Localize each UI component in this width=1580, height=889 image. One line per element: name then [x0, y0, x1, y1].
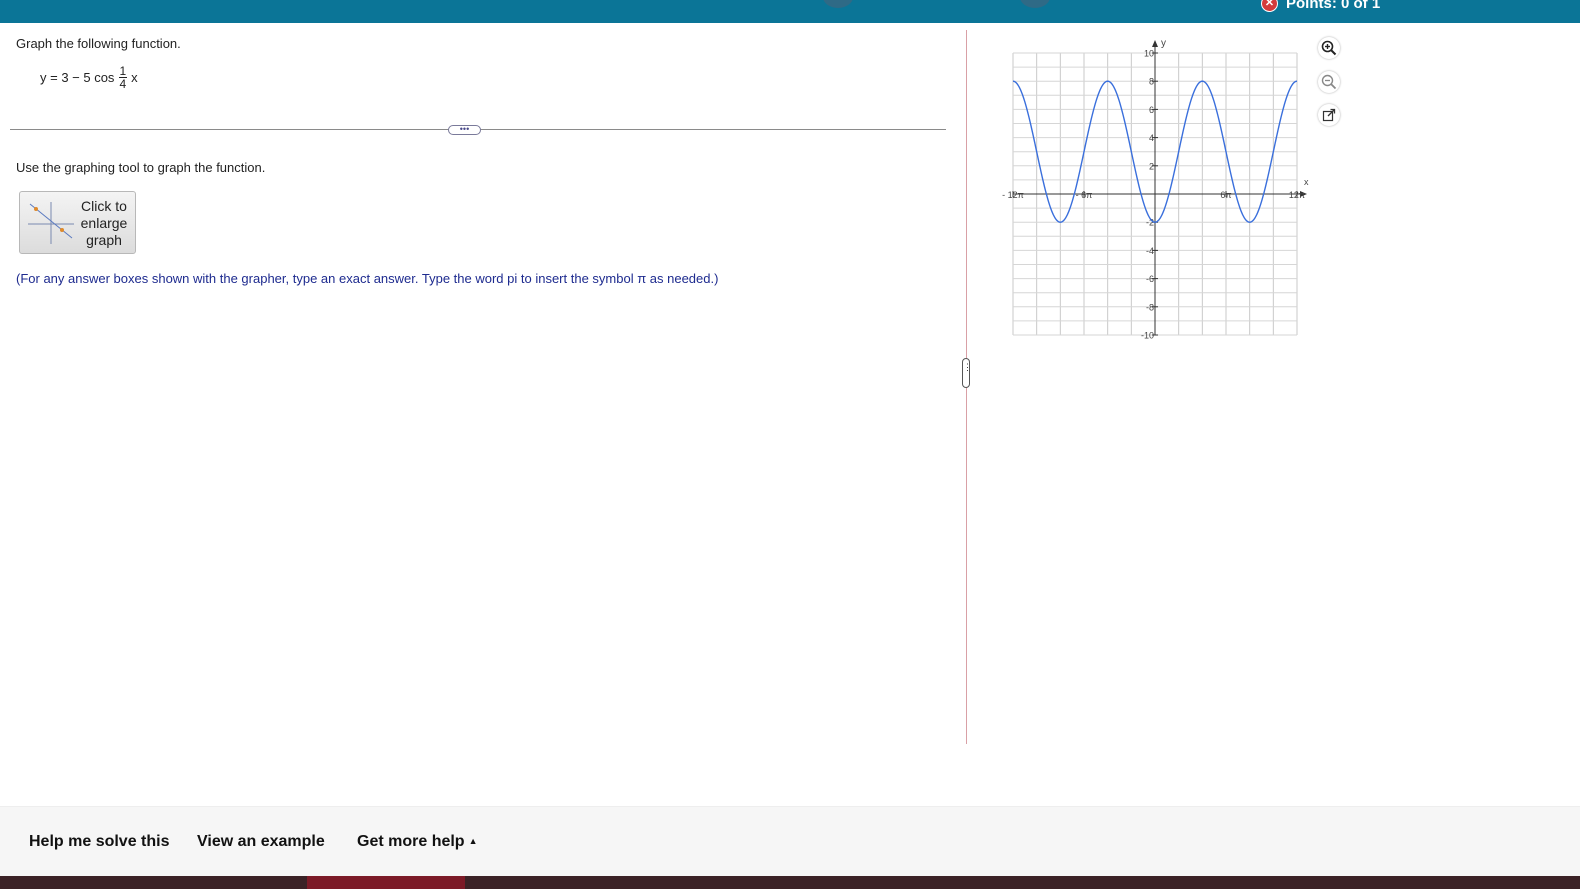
points-label: Points: 0 of 1: [1286, 0, 1381, 12]
equation-suffix: x: [131, 70, 138, 85]
nav-circle-left[interactable]: [823, 0, 853, 8]
equation-fraction: 1 4: [118, 65, 127, 90]
question-instruction: Graph the following function.: [16, 36, 181, 51]
help-me-solve-link[interactable]: Help me solve this: [29, 833, 170, 851]
function-equation: y = 3 − 5 cos 1 4 x: [40, 65, 138, 90]
view-example-link[interactable]: View an example: [197, 833, 325, 851]
zoom-in-button[interactable]: [1318, 37, 1340, 59]
zoom-in-icon: [1321, 40, 1337, 56]
zoom-out-button[interactable]: [1318, 71, 1340, 93]
y-tick-label: 8: [1149, 77, 1154, 87]
x-circle-icon: ✕: [1261, 0, 1278, 12]
question-pane: Graph the following function. y = 3 − 5 …: [0, 23, 960, 783]
y-tick-label: -8: [1146, 302, 1154, 312]
graph-thumbnail-icon: [28, 202, 74, 244]
x-tick-label: - 12π: [1002, 190, 1024, 200]
x-axis-label: x: [1304, 177, 1309, 187]
y-tick-label: -6: [1146, 274, 1154, 284]
x-tick-label: 12π: [1289, 190, 1305, 200]
top-bar: ✕ Points: 0 of 1: [0, 0, 1580, 23]
get-more-help-label: Get more help: [357, 833, 465, 850]
bottom-bar-accent: [307, 876, 465, 889]
x-tick-label: - 6π: [1076, 190, 1093, 200]
graph-canvas[interactable]: xy108642-2-4-6-8-10- 12π - 6π 6π 12π: [995, 34, 1315, 344]
divider-handle[interactable]: •••: [448, 125, 481, 135]
y-tick-label: 2: [1149, 161, 1154, 171]
points-indicator: ✕ Points: 0 of 1: [1261, 0, 1380, 12]
splitter-handle[interactable]: ⋮: [962, 358, 972, 388]
popout-button[interactable]: [1318, 104, 1340, 126]
y-tick-label: -10: [1141, 331, 1154, 341]
answer-note: (For any answer boxes shown with the gra…: [16, 271, 719, 286]
x-tick-label: 6π: [1220, 190, 1231, 200]
zoom-out-icon: [1321, 74, 1337, 90]
bottom-bar: [0, 876, 1580, 889]
get-more-help-link[interactable]: Get more help ▲: [357, 833, 478, 851]
y-axis-label: y: [1161, 38, 1166, 49]
tool-instruction: Use the graphing tool to graph the funct…: [16, 160, 266, 175]
caret-up-icon: ▲: [468, 836, 478, 846]
y-tick-label: -4: [1146, 246, 1154, 256]
enlarge-graph-button[interactable]: Click to enlarge graph: [19, 191, 136, 254]
external-link-icon: [1322, 108, 1336, 122]
nav-circle-right[interactable]: [1020, 0, 1050, 8]
equation-prefix: y = 3 − 5 cos: [40, 70, 115, 85]
fraction-numerator: 1: [119, 64, 127, 78]
y-tick-label: 6: [1149, 105, 1154, 115]
enlarge-graph-label: Click to enlarge graph: [80, 198, 128, 248]
footer-help-bar: Help me solve this View an example Get m…: [0, 806, 1580, 877]
y-tick-label: 4: [1149, 133, 1154, 143]
y-axis-arrow: [1152, 40, 1158, 47]
y-tick-label: 10: [1144, 49, 1154, 59]
fraction-denominator: 4: [119, 77, 127, 91]
